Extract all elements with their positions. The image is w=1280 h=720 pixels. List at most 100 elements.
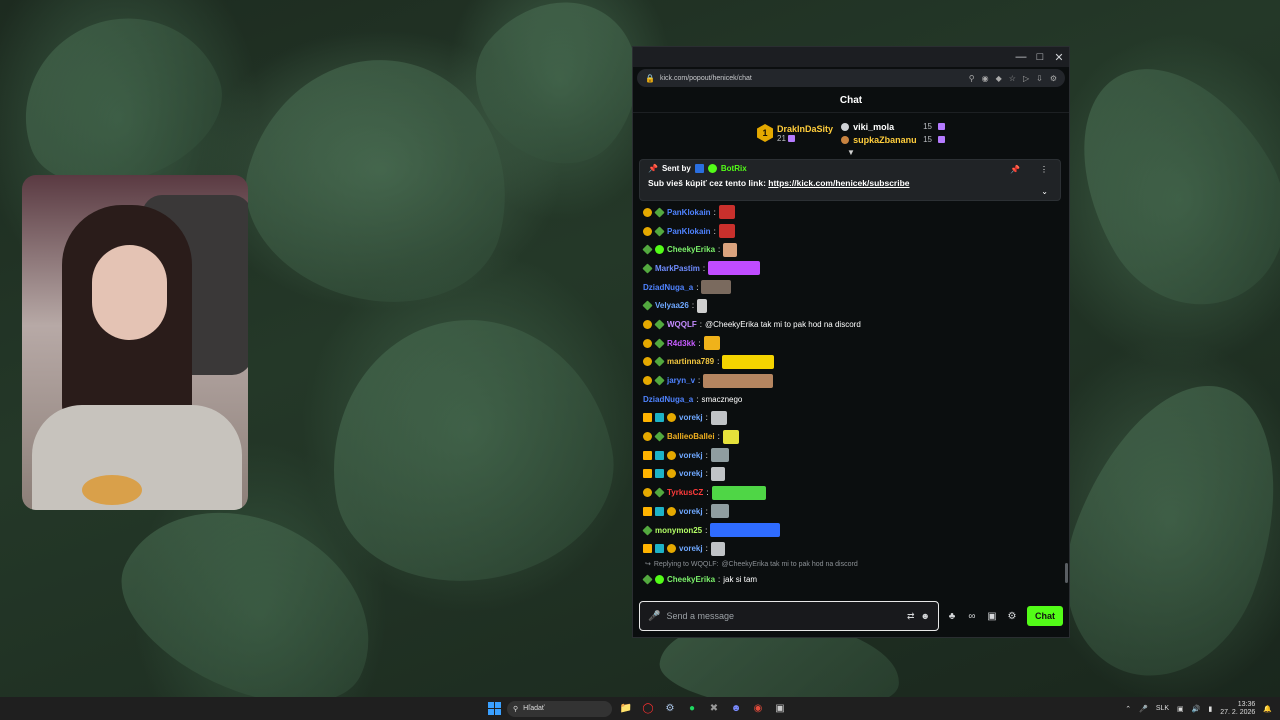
- address-bar[interactable]: 🔒 kick.com/popout/henicek/chat ⚲ ◉ ◆ ☆ ▷…: [637, 69, 1065, 87]
- chat-settings-icon[interactable]: ⚙: [1005, 611, 1019, 622]
- message-username[interactable]: monymon25: [655, 526, 702, 535]
- spotify-icon[interactable]: ●: [684, 701, 700, 717]
- chrome-icon[interactable]: ◉: [750, 701, 766, 717]
- chat-message[interactable]: vorekj:: [643, 502, 1061, 521]
- message-input[interactable]: [666, 611, 901, 621]
- kick-gift-icon[interactable]: ♣: [945, 611, 959, 622]
- pinned-sender[interactable]: BotRix: [721, 164, 747, 173]
- message-username[interactable]: WQQLF: [667, 320, 697, 329]
- message-username[interactable]: Velyaa26: [655, 301, 689, 310]
- message-username[interactable]: jaryn_v: [667, 376, 695, 385]
- chat-message[interactable]: PanKlokain:: [643, 203, 1061, 222]
- chat-message[interactable]: R4d3kk:: [643, 334, 1061, 353]
- store-icon[interactable]: ▣: [985, 611, 999, 622]
- gift-leaderboard[interactable]: 1 DrakInDaSity 21 viki_mola 15 supkaZban…: [633, 113, 1069, 157]
- chat-message[interactable]: vorekj:: [643, 446, 1061, 465]
- chat-message[interactable]: PanKlokain:: [643, 222, 1061, 241]
- chat-message[interactable]: BallieoBallei:: [643, 427, 1061, 446]
- shield-icon[interactable]: ◆: [996, 74, 1002, 83]
- star-icon[interactable]: ☆: [1009, 74, 1016, 83]
- emote-image[interactable]: [722, 354, 775, 369]
- chat-message[interactable]: jaryn_v:: [643, 371, 1061, 390]
- emote-image[interactable]: [710, 466, 725, 481]
- chevron-up-icon[interactable]: ⌃: [1125, 705, 1131, 713]
- app-window-icon[interactable]: ▣: [772, 701, 788, 717]
- message-username[interactable]: vorekj: [679, 413, 703, 422]
- emote-image[interactable]: [701, 280, 732, 295]
- chat-message[interactable]: vorekj:: [643, 409, 1061, 428]
- pin-icon[interactable]: 📌: [1010, 165, 1020, 174]
- message-username[interactable]: PanKlokain: [667, 208, 711, 217]
- chat-message[interactable]: DziadNuga_a:: [643, 278, 1061, 297]
- message-username[interactable]: TyrkusCZ: [667, 488, 703, 497]
- translate-icon[interactable]: ⇄: [907, 611, 915, 622]
- xbox-icon[interactable]: ✖: [706, 701, 722, 717]
- extension-icon[interactable]: ◉: [982, 74, 989, 83]
- clock[interactable]: 13:36 27. 2. 2026: [1220, 701, 1255, 717]
- message-username[interactable]: MarkPastim: [655, 264, 700, 273]
- message-username[interactable]: DziadNuga_a: [643, 395, 693, 404]
- chat-message[interactable]: TyrkusCZ:: [643, 483, 1061, 502]
- send-chat-button[interactable]: Chat: [1027, 606, 1063, 626]
- top-gifter-name[interactable]: DrakInDaSity: [777, 124, 833, 134]
- emote-image[interactable]: [711, 485, 766, 500]
- discord-icon[interactable]: ☻: [728, 701, 744, 717]
- chat-message[interactable]: vorekj:: [643, 465, 1061, 484]
- windows-start-icon[interactable]: [488, 702, 501, 715]
- message-username[interactable]: martinna789: [667, 357, 714, 366]
- chat-message[interactable]: monymon25:: [642, 521, 1061, 540]
- emote-image[interactable]: [697, 298, 708, 313]
- emoji-icon[interactable]: ☻: [921, 611, 930, 621]
- message-username[interactable]: vorekj: [679, 544, 703, 553]
- message-username[interactable]: DziadNuga_a: [643, 283, 693, 292]
- infinity-icon[interactable]: ∞: [965, 611, 979, 622]
- microphone-icon[interactable]: 🎤: [648, 611, 660, 622]
- emote-image[interactable]: [723, 242, 738, 257]
- message-username[interactable]: vorekj: [679, 507, 703, 516]
- chat-message[interactable]: vorekj:: [643, 539, 1061, 558]
- pinned-message[interactable]: 📌 Sent by BotRix Sub vieš kúpiť cez tent…: [639, 159, 1061, 201]
- minimize-button[interactable]: —: [1012, 51, 1030, 63]
- chat-message[interactable]: DziadNuga_a: smacznego: [643, 390, 1061, 409]
- chat-message[interactable]: CheekyErika: jak si tam: [642, 570, 1061, 589]
- message-username[interactable]: vorekj: [679, 451, 703, 460]
- file-explorer-icon[interactable]: 📁: [618, 701, 634, 717]
- volume-icon[interactable]: 🔊: [1192, 705, 1201, 713]
- reply-context[interactable]: ↪ Replying to WQQLF: @CheekyErika tak mi t…: [643, 558, 1061, 570]
- battery-icon[interactable]: ▮: [1208, 705, 1212, 713]
- message-username[interactable]: R4d3kk: [667, 339, 695, 348]
- notification-icon[interactable]: 🔔: [1263, 705, 1272, 713]
- chat-message[interactable]: WQQLF: @CheekyErika tak mi to pak hod na …: [643, 315, 1061, 334]
- emote-image[interactable]: [722, 429, 739, 444]
- chat-message[interactable]: Velyaa26:: [642, 296, 1061, 315]
- steam-icon[interactable]: ⚙: [662, 701, 678, 717]
- download-icon[interactable]: ⇩: [1036, 74, 1043, 83]
- emote-image[interactable]: [710, 523, 781, 538]
- chat-message[interactable]: martinna789:: [643, 353, 1061, 372]
- emote-image[interactable]: [710, 541, 725, 556]
- message-username[interactable]: PanKlokain: [667, 227, 711, 236]
- chat-scrollbar[interactable]: [1065, 563, 1068, 583]
- zoom-icon[interactable]: ⚲: [969, 74, 975, 83]
- gifter-name[interactable]: supkaZbananu: [853, 135, 919, 145]
- gifter-name[interactable]: viki_mola: [853, 122, 919, 132]
- message-input-box[interactable]: 🎤 ⇄ ☻: [639, 601, 939, 631]
- subscribe-link[interactable]: https://kick.com/henicek/subscribe: [768, 178, 909, 188]
- emote-image[interactable]: [708, 261, 761, 276]
- emote-image[interactable]: [703, 336, 720, 351]
- maximize-button[interactable]: □: [1031, 51, 1049, 63]
- emote-image[interactable]: [710, 448, 729, 463]
- settings-icon[interactable]: ⚙: [1050, 74, 1057, 83]
- emote-image[interactable]: [703, 373, 774, 388]
- emote-image[interactable]: [710, 410, 727, 425]
- opera-browser-icon[interactable]: ◯: [640, 701, 656, 717]
- message-username[interactable]: BallieoBallei: [667, 432, 715, 441]
- language-indicator[interactable]: SLK: [1156, 705, 1169, 712]
- emote-image[interactable]: [718, 205, 735, 220]
- microphone-tray-icon[interactable]: 🎤: [1139, 705, 1148, 713]
- chevron-down-icon[interactable]: ⌄: [1041, 187, 1048, 196]
- message-username[interactable]: CheekyErika: [667, 575, 715, 584]
- more-options-icon[interactable]: ⋮: [1040, 165, 1048, 174]
- emote-image[interactable]: [710, 504, 729, 519]
- taskbar-search[interactable]: ⚲ Hľadať: [507, 700, 612, 717]
